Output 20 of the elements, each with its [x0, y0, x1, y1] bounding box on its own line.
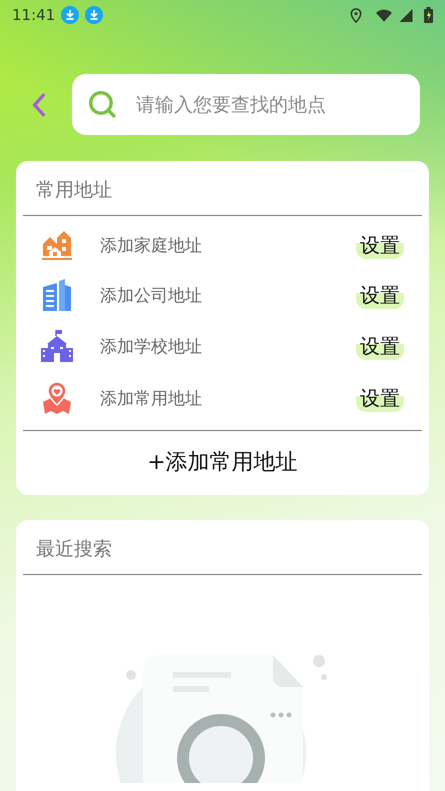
school-icon [41, 330, 73, 362]
section-title: 最近搜索 [35, 537, 113, 562]
address-label[interactable]: 添加常用地址 [100, 386, 356, 410]
download-icon [85, 6, 104, 24]
building-icon [41, 279, 73, 311]
status-time: 11:41 [12, 6, 56, 24]
map-pin-icon [41, 382, 73, 414]
wifi-icon [376, 8, 392, 22]
houses-icon [41, 229, 73, 261]
address-label[interactable]: 添加公司地址 [100, 284, 356, 306]
download-icon [61, 6, 80, 24]
location-icon [350, 8, 362, 22]
search-field[interactable]: 请输入您要查找的地点 [72, 74, 420, 135]
add-address-button[interactable]: +添加常用地址 [139, 443, 306, 481]
address-label[interactable]: 添加学校地址 [100, 334, 356, 358]
signal-icon [398, 8, 414, 22]
address-label[interactable]: 添加家庭地址 [100, 234, 356, 256]
battery-icon [424, 7, 433, 23]
back-icon[interactable] [32, 92, 46, 116]
section-title: 常用地址 [35, 178, 113, 203]
